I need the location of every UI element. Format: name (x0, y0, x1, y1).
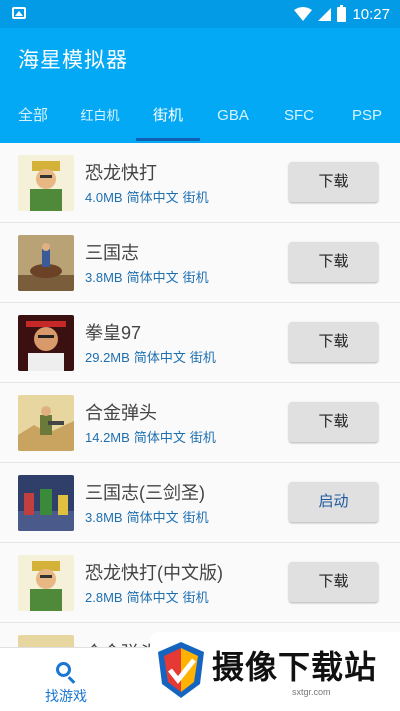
dino-soldier-icon (18, 555, 74, 611)
game-language: 简体中文 (133, 430, 186, 445)
system-icons: 10:27 (294, 4, 390, 24)
game-meta: 3.8MB 简体中文 街机 (85, 507, 213, 526)
game-title: 三国志 (85, 243, 139, 263)
game-title: 合金弹头 (85, 403, 157, 423)
list-item[interactable]: 恐龙快打 4.0MB 简体中文 街机 下载 (0, 143, 400, 223)
game-size: 2.8MB (85, 590, 123, 605)
dino-soldier-icon (18, 155, 74, 211)
battery-icon (337, 4, 347, 22)
game-size: 4.0MB (85, 190, 123, 205)
tab-sfc[interactable]: SFC (270, 94, 328, 143)
game-size: 14.2MB (85, 430, 130, 445)
watermark-url: sxtgr.com (292, 687, 331, 697)
game-language: 简体中文 (126, 190, 179, 205)
tab-indicator (136, 138, 200, 141)
game-platform: 街机 (182, 270, 209, 285)
game-platform: 街机 (182, 510, 209, 525)
game-meta: 2.8MB 简体中文 街机 (85, 587, 213, 606)
game-title: 拳皇97 (85, 323, 142, 343)
watermark: 摄像下载站 sxtgr.com (150, 632, 400, 711)
signal-icon (318, 7, 332, 21)
list-item[interactable]: 三国志(三剑圣) 3.8MB 简体中文 街机 启动 (0, 463, 400, 543)
list-item[interactable]: 三国志 3.8MB 简体中文 街机 下载 (0, 223, 400, 303)
download-button[interactable]: 下载 (289, 402, 378, 442)
start-button[interactable]: 启动 (289, 482, 378, 522)
game-language: 简体中文 (126, 590, 179, 605)
app-title: 海星模拟器 (18, 48, 128, 72)
status-bar: 10:27 (0, 0, 400, 28)
fighter-icon (18, 315, 74, 371)
soldier-icon (18, 395, 74, 451)
game-meta: 4.0MB 简体中文 街机 (85, 187, 213, 206)
list-item[interactable]: 恐龙快打(中文版) 2.8MB 简体中文 街机 下载 (0, 543, 400, 623)
game-title: 合金弹头 (85, 639, 157, 647)
list-item[interactable]: 拳皇97 29.2MB 简体中文 街机 下载 (0, 303, 400, 383)
horse-rider-icon (18, 235, 74, 291)
game-size: 3.8MB (85, 510, 123, 525)
game-platform: 街机 (182, 590, 209, 605)
download-button[interactable]: 下载 (289, 322, 378, 362)
game-platform: 街机 (182, 190, 209, 205)
game-title: 恐龙快打 (85, 163, 157, 183)
game-title: 三国志(三剑圣) (85, 483, 205, 503)
game-size: 3.8MB (85, 270, 123, 285)
wifi-icon (294, 7, 313, 21)
image-notification-icon (12, 7, 26, 19)
game-language: 简体中文 (126, 510, 179, 525)
tab-all[interactable]: 全部 (4, 94, 62, 143)
tab-arcade[interactable]: 街机 (136, 94, 200, 143)
download-button[interactable]: 下载 (289, 162, 378, 202)
game-language: 简体中文 (133, 350, 186, 365)
list-item[interactable]: 合金弹头 14.2MB 简体中文 街机 下载 (0, 383, 400, 463)
game-list[interactable]: 恐龙快打 4.0MB 简体中文 街机 下载 三国志 3.8MB 简体中文 街机 下载 拳… (0, 143, 400, 647)
clock: 10:27 (352, 5, 390, 23)
game-title: 恐龙快打(中文版) (85, 563, 223, 583)
game-platform: 街机 (189, 350, 216, 365)
tab-fc[interactable]: 红白机 (70, 94, 130, 143)
game-size: 29.2MB (85, 350, 130, 365)
game-platform: 街机 (189, 430, 216, 445)
tab-psp[interactable]: PSP (338, 94, 396, 143)
soldier-icon (18, 635, 74, 647)
game-meta: 14.2MB 简体中文 街机 (85, 427, 220, 446)
watermark-text: 摄像下载站 (212, 648, 378, 686)
game-meta: 29.2MB 简体中文 街机 (85, 347, 220, 366)
download-button[interactable]: 下载 (289, 242, 378, 282)
category-tabs: 全部 红白机 街机 GBA SFC PSP (0, 94, 400, 143)
download-button[interactable]: 下载 (289, 562, 378, 602)
watermark-logo-icon (158, 642, 204, 698)
tab-gba[interactable]: GBA (204, 94, 262, 143)
nav-find-label: 找游戏 (45, 688, 87, 704)
game-meta: 3.8MB 简体中文 街机 (85, 267, 213, 286)
nav-find-games[interactable]: 找游戏 (28, 654, 104, 708)
game-language: 简体中文 (126, 270, 179, 285)
battle-scene-icon (18, 475, 74, 531)
search-icon (56, 662, 71, 677)
app-bar: 海星模拟器 全部 红白机 街机 GBA SFC PSP (0, 28, 400, 143)
